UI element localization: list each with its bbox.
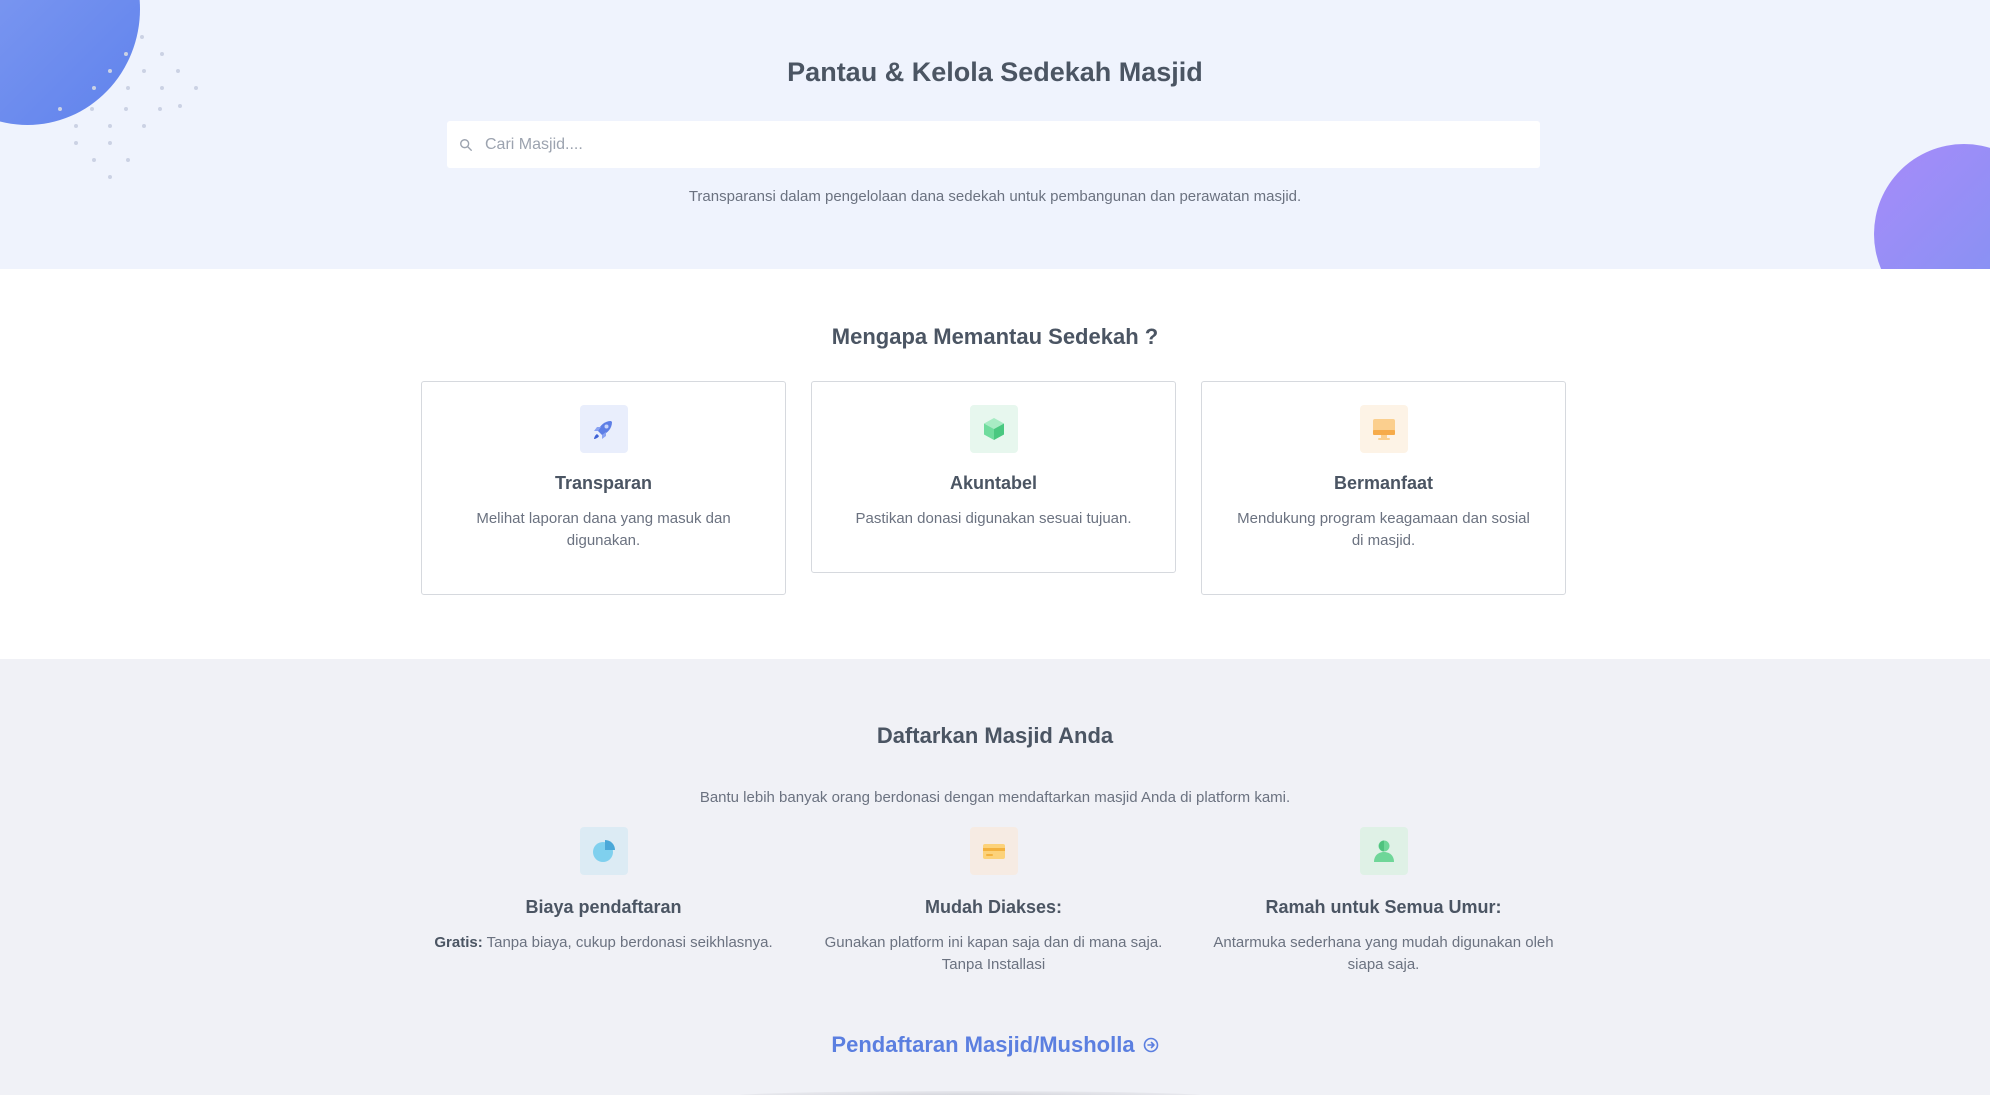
search-icon bbox=[460, 138, 472, 151]
feature-title: Biaya pendaftaran bbox=[525, 897, 682, 917]
register-link-label: Pendaftaran Masjid/Musholla bbox=[831, 1032, 1135, 1057]
register-cta: Pendaftaran Masjid/Musholla bbox=[0, 1032, 1990, 1058]
feature-description: Antarmuka sederhana yang mudah digunakan… bbox=[1213, 934, 1554, 973]
arrow-circle-right-icon bbox=[1143, 1037, 1158, 1053]
footer-shadow bbox=[735, 1091, 1205, 1095]
register-mosque-link[interactable]: Pendaftaran Masjid/Musholla bbox=[831, 1032, 1158, 1058]
register-subtitle: Bantu lebih banyak orang berdonasi denga… bbox=[699, 789, 1291, 806]
why-section-title: Mengapa Memantau Sedekah ? bbox=[831, 324, 1159, 349]
feature-card-transparan: Transparan Melihat laporan dana yang mas… bbox=[421, 381, 786, 595]
feature-card-akuntabel: Akuntabel Pastikan donasi digunakan sesu… bbox=[811, 381, 1176, 573]
feature-title: Ramah untuk Semua Umur: bbox=[1265, 897, 1502, 917]
feature-card-bermanfaat: Bermanfaat Mendukung program keagamaan d… bbox=[1201, 381, 1566, 595]
user-icon bbox=[1359, 827, 1408, 875]
feature-description: Gratis: Tanpa biaya, cukup berdonasi sei… bbox=[434, 934, 773, 951]
rocket-icon bbox=[579, 405, 628, 453]
feature-title: Mudah Diakses: bbox=[924, 897, 1063, 917]
feature-highlight: Gratis: bbox=[434, 934, 483, 951]
feature-mudah-diakses: Mudah Diakses: Gunakan platform ini kapa… bbox=[811, 827, 1176, 976]
feature-biaya-pendaftaran: Biaya pendaftaran Gratis: Tanpa biaya, c… bbox=[421, 827, 786, 954]
why-section: Mengapa Memantau Sedekah ? Transparan Me… bbox=[0, 269, 1990, 659]
feature-description: Gunakan platform ini kapan saja dan di m… bbox=[824, 934, 1163, 973]
pie-chart-icon bbox=[579, 827, 628, 875]
search-input[interactable] bbox=[485, 135, 1505, 154]
monitor-icon bbox=[1359, 405, 1408, 453]
card-description: Pastikan donasi digunakan sesuai tujuan. bbox=[855, 510, 1132, 527]
search-bar[interactable] bbox=[447, 121, 1540, 168]
hero-subtitle: Transparansi dalam pengelolaan dana sede… bbox=[688, 188, 1302, 205]
hero-section: Pantau & Kelola Sedekah Masjid Transpara… bbox=[0, 0, 1990, 269]
card-title: Transparan bbox=[554, 473, 653, 493]
card-description: Mendukung program keagamaan dan sosial d… bbox=[1237, 510, 1530, 549]
credit-card-icon bbox=[969, 827, 1018, 875]
register-section: Daftarkan Masjid Anda Bantu lebih banyak… bbox=[0, 659, 1990, 1095]
cube-icon bbox=[969, 405, 1018, 453]
card-title: Akuntabel bbox=[949, 473, 1037, 493]
register-section-title: Daftarkan Masjid Anda bbox=[876, 723, 1114, 748]
feature-ramah-semua-umur: Ramah untuk Semua Umur: Antarmuka sederh… bbox=[1201, 827, 1566, 976]
card-description: Melihat laporan dana yang masuk dan digu… bbox=[476, 510, 731, 549]
decorative-circle-bottom-right bbox=[1874, 144, 1990, 269]
page-title: Pantau & Kelola Sedekah Masjid bbox=[787, 57, 1203, 87]
card-title: Bermanfaat bbox=[1333, 473, 1434, 493]
